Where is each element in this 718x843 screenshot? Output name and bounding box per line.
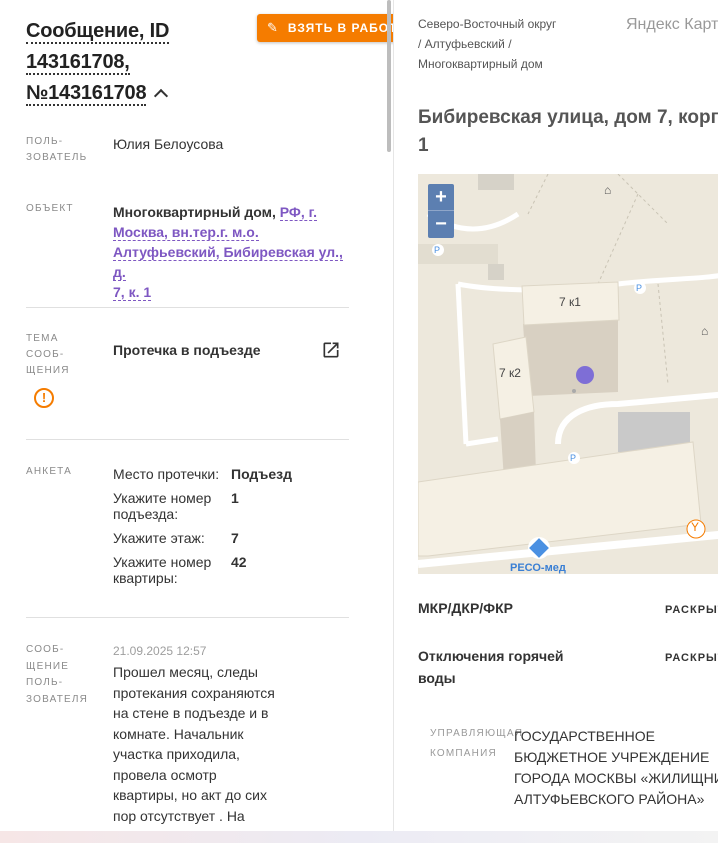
cafe-icon: Y xyxy=(691,520,700,534)
management-company-value: ГОСУДАРСТВЕННОЕ БЮДЖЕТНОЕ УЧРЕЖДЕНИЕ ГОР… xyxy=(514,728,718,807)
parking-icon: P xyxy=(434,245,441,255)
take-to-work-button[interactable]: ✎ ВЗЯТЬ В РАБОТУ xyxy=(257,14,393,42)
hot-water-label: Отключения горячей воды xyxy=(418,648,564,686)
object-value: Многоквартирный дом, РФ, г. Москва, вн.т… xyxy=(113,202,353,302)
divider xyxy=(26,617,349,618)
form-question: Укажите номер подъезда: xyxy=(113,490,212,522)
map[interactable]: 7 к1 7 к2 РЕСО-мед P P P ⌂ ⌂ Y + − xyxy=(418,174,718,574)
take-to-work-label: ВЗЯТЬ В РАБОТУ xyxy=(287,21,393,35)
bottom-bar xyxy=(0,831,718,843)
breadcrumb-type[interactable]: Многоквартирный дом xyxy=(418,57,543,71)
page-title: Сообщение, ID 143161708, №143161708 xyxy=(26,16,236,109)
divider xyxy=(26,439,349,440)
open-external-icon[interactable] xyxy=(321,340,341,360)
mkr-expand-button[interactable]: РАСКРЫТЬ xyxy=(665,604,718,616)
zoom-in-button[interactable]: + xyxy=(428,184,454,210)
scrollbar[interactable] xyxy=(387,0,391,152)
map-canvas xyxy=(418,174,718,574)
title-line-1: Сообщение, ID xyxy=(26,20,170,44)
topic-label: ТЕМА СООБ- ЩЕНИЯ xyxy=(26,333,70,376)
address-title: Бибиревская улица, дом 7, корпус xyxy=(418,107,718,128)
zoom-out-button[interactable]: − xyxy=(428,211,454,237)
ticket-panel: Сообщение, ID 143161708, №143161708 ✎ ВЗ… xyxy=(0,0,393,843)
user-label: ПОЛЬ- ЗОВАТЕЛЬ xyxy=(26,136,88,163)
form-answer: 7 xyxy=(231,530,239,546)
form-answer: Подъезд xyxy=(231,466,292,482)
object-type: Многоквартирный дом, xyxy=(113,204,276,220)
breadcrumb-district[interactable]: Северо-Восточный округ xyxy=(418,17,556,31)
landmark-icon: ⌂ xyxy=(604,183,612,197)
poi-label[interactable]: РЕСО-мед xyxy=(510,562,566,574)
breadcrumb: Северо-Восточный округ / Алтуфьевский / … xyxy=(418,14,588,74)
form-question: Укажите номер квартиры: xyxy=(113,554,212,586)
warning-icon: ! xyxy=(34,388,54,408)
object-label: ОБЪЕКТ xyxy=(26,203,74,214)
form-answer: 42 xyxy=(231,554,247,570)
mkr-label: МКР/ДКР/ФКР xyxy=(418,600,514,616)
object-address-link[interactable]: РФ, г. xyxy=(279,204,317,221)
landmark-icon: ⌂ xyxy=(701,324,709,338)
divider xyxy=(26,307,349,308)
object-address-link-2[interactable]: Москва, вн.тер.г. м.о. xyxy=(113,224,259,241)
message-date: 21.09.2025 12:57 xyxy=(113,644,207,658)
building-label: 7 к1 xyxy=(559,295,581,309)
breadcrumb-area[interactable]: / Алтуфьевский / xyxy=(418,37,512,51)
management-company-label: УПРАВЛЯЮЩАЯ КОМПАНИЯ xyxy=(430,728,524,759)
hot-water-expand-button[interactable]: РАСКРЫТЬ xyxy=(665,652,718,664)
building-label: 7 к2 xyxy=(499,366,521,380)
topic-value: Протечка в подъезде xyxy=(113,342,261,358)
parking-icon: P xyxy=(570,453,577,463)
form-question: Место протечки: xyxy=(113,466,220,482)
form-label: АНКЕТА xyxy=(26,466,73,477)
map-provider-link[interactable]: Яндекс Карты xyxy=(626,16,718,34)
chevron-up-icon[interactable] xyxy=(154,88,169,104)
message-text: Прошел месяц, следы протекания сохраняют… xyxy=(113,664,275,824)
pencil-icon: ✎ xyxy=(267,20,279,35)
form-question: Укажите этаж: xyxy=(113,530,205,546)
address-title-2: 1 xyxy=(418,135,429,156)
parking-icon: P xyxy=(636,283,643,293)
object-address-link-4[interactable]: 7, к. 1 xyxy=(113,284,152,301)
user-message-label: СООБ- ЩЕНИЕ ПОЛЬ- ЗОВАТЕЛЯ xyxy=(26,644,89,705)
title-line-3: №143161708 xyxy=(26,82,147,106)
map-zoom-control: + − xyxy=(428,184,454,238)
object-address-link-3[interactable]: Алтуфьевский, Бибиревская ул., д. xyxy=(113,244,343,281)
form-answer: 1 xyxy=(231,490,239,506)
location-panel: Северо-Восточный округ / Алтуфьевский / … xyxy=(393,0,718,843)
user-name: Юлия Белоусова xyxy=(113,136,224,152)
title-line-2: 143161708, xyxy=(26,51,130,75)
